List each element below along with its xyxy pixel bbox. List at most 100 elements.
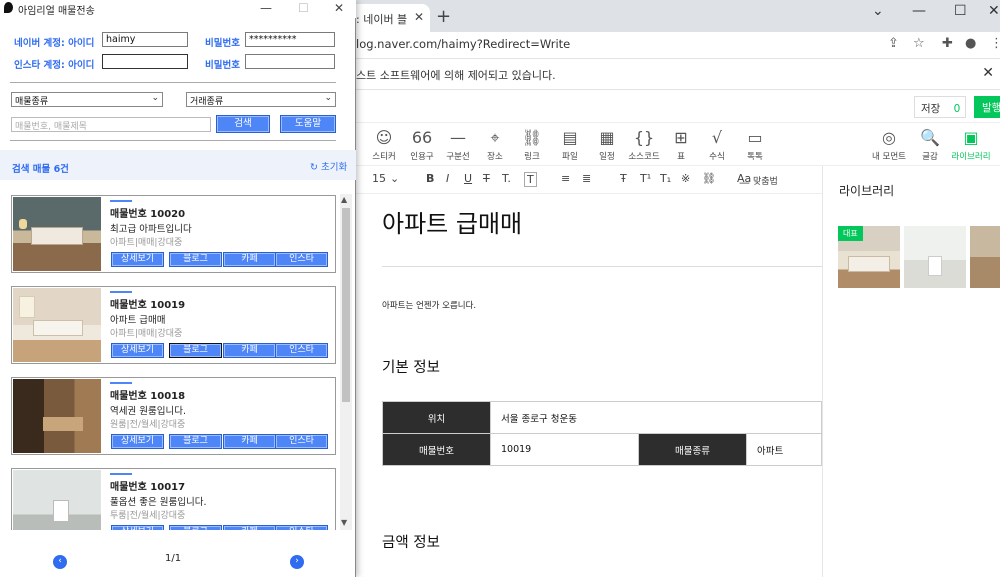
tool-table[interactable]: ⊞ 표	[661, 128, 701, 162]
blog-button[interactable]: 블로그	[169, 525, 222, 530]
insta-pw-field[interactable]	[245, 54, 335, 69]
insta-id-field[interactable]	[102, 54, 188, 69]
strikethrough-icon[interactable]: T	[483, 172, 490, 185]
insta-button[interactable]: 인스타	[275, 525, 328, 530]
tool-material[interactable]: 🔍 글감	[910, 128, 950, 162]
font-size-select[interactable]: 15	[372, 172, 386, 185]
naver-pw-field[interactable]: **********	[245, 32, 335, 47]
star-icon[interactable]: ☆	[913, 36, 925, 51]
extensions-icon[interactable]: ✚	[942, 36, 953, 51]
chevron-down-icon: ⌄	[151, 93, 159, 103]
insta-button[interactable]: 인스타	[275, 343, 328, 358]
spellcheck-label[interactable]: 맞춤법	[753, 174, 778, 187]
section-heading-price[interactable]: 금액 정보	[382, 531, 440, 552]
publish-button[interactable]: 발행	[974, 96, 1000, 118]
detail-button[interactable]: 상세보기	[111, 525, 164, 530]
list-item: 매물번호 10020 최고급 아파트입니다 아파트|매매|강대중 상세보기 블로…	[11, 195, 336, 273]
share-icon[interactable]: ⇪	[888, 36, 899, 51]
italic-icon[interactable]: I	[446, 172, 449, 185]
tool-schedule[interactable]: ▦ 일정	[587, 128, 627, 162]
tool-talk[interactable]: ▭ 톡톡	[735, 128, 775, 162]
detail-button[interactable]: 상세보기	[111, 343, 164, 358]
new-tab-icon[interactable]: +	[436, 6, 451, 27]
property-photo	[13, 197, 101, 271]
property-type-select[interactable]: 매물종류 ⌄	[11, 92, 163, 107]
table-cell[interactable]: 아파트	[746, 433, 822, 466]
underline-icon[interactable]: U	[464, 172, 472, 185]
tool-quote[interactable]: 66 인용구	[402, 128, 442, 162]
table-header-cell[interactable]: 위치	[382, 401, 491, 434]
post-title[interactable]: 아파트 급매매	[382, 204, 522, 239]
tool-library[interactable]: ▣ 라이브러리	[950, 128, 992, 162]
insta-button[interactable]: 인스타	[275, 252, 328, 267]
chevron-down-icon[interactable]: ⌄	[872, 3, 884, 19]
body-paragraph[interactable]: 아파트는 언젠가 오릅니다.	[382, 299, 476, 311]
maximize-icon[interactable]: ☐	[954, 3, 967, 19]
cafe-button[interactable]: 카페	[223, 252, 276, 267]
scroll-down-icon[interactable]: ▼	[341, 518, 347, 527]
insta-button[interactable]: 인스타	[275, 434, 328, 449]
tool-divider[interactable]: — 구분선	[438, 128, 478, 162]
list-scrollbar[interactable]: ▲ ▼	[340, 194, 352, 530]
minimize-icon[interactable]: —	[912, 3, 926, 19]
scroll-up-icon[interactable]: ▲	[341, 195, 347, 204]
menu-icon[interactable]: ⋮	[990, 36, 1000, 51]
minimize-icon[interactable]: —	[260, 1, 272, 15]
special-char-icon[interactable]: ※	[681, 172, 690, 185]
detail-button[interactable]: 상세보기	[111, 252, 164, 267]
line-height-icon[interactable]: ≣	[582, 172, 591, 185]
library-thumbnail[interactable]	[904, 226, 966, 288]
tool-link[interactable]: ⛓ 링크	[512, 128, 552, 162]
reset-label: 초기화	[321, 162, 348, 173]
letter-spacing-icon[interactable]: Ŧ	[620, 172, 627, 185]
tool-sticker[interactable]: ☺ 스티커	[364, 128, 404, 162]
search-input[interactable]: 매물번호, 매물제목	[11, 117, 211, 132]
section-heading-basic[interactable]: 기본 정보	[382, 356, 440, 377]
naver-id-field[interactable]: haimy	[102, 32, 188, 47]
library-thumbnail[interactable]	[970, 226, 1000, 288]
blog-button[interactable]: 블로그	[169, 434, 222, 449]
tool-file[interactable]: ▤ 파일	[550, 128, 590, 162]
cafe-button[interactable]: 카페	[223, 343, 276, 358]
tool-place[interactable]: ⌖ 장소	[475, 128, 515, 162]
help-button[interactable]: 도움말	[280, 115, 336, 133]
blog-button[interactable]: 블로그	[169, 252, 222, 267]
search-button[interactable]: 검색	[216, 115, 270, 133]
table-header-cell[interactable]: 매물종류	[638, 433, 747, 466]
url-text[interactable]: log.naver.com/haimy?Redirect=Write	[356, 37, 570, 51]
reset-button[interactable]: ↻ 초기화	[310, 159, 347, 173]
cafe-button[interactable]: 카페	[223, 525, 276, 530]
align-left-icon[interactable]: ≡	[561, 172, 570, 185]
prev-page-button[interactable]: ‹	[53, 555, 67, 569]
bold-icon[interactable]: B	[426, 172, 434, 185]
deal-type-select[interactable]: 거래종류 ⌄	[186, 92, 336, 107]
cafe-button[interactable]: 카페	[223, 434, 276, 449]
next-page-button[interactable]: ›	[290, 555, 304, 569]
superscript-icon[interactable]: T¹	[640, 172, 651, 185]
text-bg-icon[interactable]: T	[524, 172, 537, 187]
text-color-icon[interactable]: T.	[502, 172, 511, 185]
tool-sourcecode[interactable]: {} 소스코드	[624, 128, 664, 162]
close-window-icon[interactable]: ✕	[988, 3, 1000, 19]
divider	[10, 82, 336, 83]
profile-icon[interactable]: ●	[965, 36, 976, 51]
close-icon[interactable]: ✕	[334, 1, 344, 15]
library-thumbnail[interactable]: 대표	[838, 226, 900, 288]
maximize-icon[interactable]: ☐	[298, 1, 309, 15]
link-icon[interactable]: ⛓	[702, 172, 716, 185]
table-cell[interactable]: 서울 종로구 청운동	[490, 401, 822, 434]
table-cell[interactable]: 10019	[490, 433, 639, 466]
spellcheck-icon[interactable]: A͟a	[737, 172, 751, 185]
save-button[interactable]: 저장 0	[914, 96, 966, 118]
close-infobar-icon[interactable]: ✕	[982, 65, 994, 81]
close-tab-icon[interactable]: ✕	[414, 10, 424, 24]
tool-label: 수식	[709, 152, 725, 162]
table-header-cell[interactable]: 매물번호	[382, 433, 491, 466]
tool-formula[interactable]: √ 수식	[697, 128, 737, 162]
subscript-icon[interactable]: T₁	[660, 172, 671, 185]
scrollbar-thumb[interactable]	[342, 208, 350, 402]
detail-button[interactable]: 상세보기	[111, 434, 164, 449]
tool-moment[interactable]: ◎ 내 모먼트	[868, 128, 910, 162]
chevron-down-icon[interactable]: ⌄	[390, 172, 399, 185]
blog-button[interactable]: 블로그	[169, 343, 222, 358]
